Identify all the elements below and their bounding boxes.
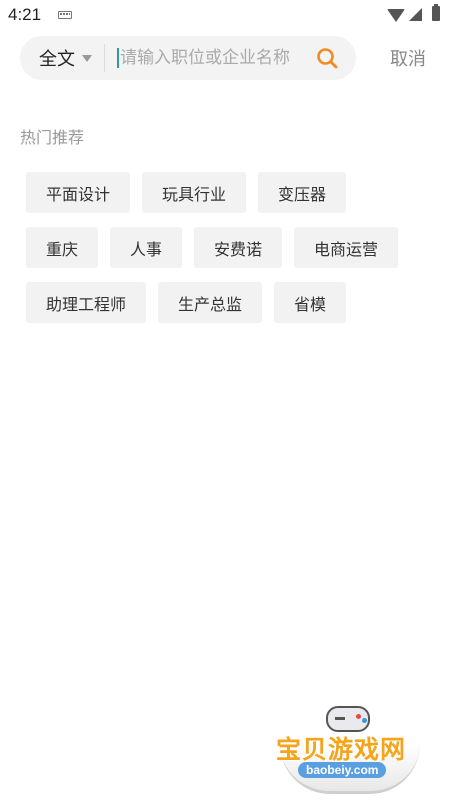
watermark-logo: 宝贝游戏网 baobeiy.com	[268, 700, 428, 794]
search-scope-select[interactable]: 全文	[39, 36, 92, 80]
chevron-down-icon	[82, 54, 92, 62]
hot-tag-list: 平面设计 玩具行业 变压器 重庆 人事 安费诺 电商运营 助理工程师 生产总监 …	[26, 172, 426, 323]
hot-tag[interactable]: 重庆	[26, 227, 99, 268]
watermark-title: 宝贝游戏网	[276, 735, 407, 764]
hot-tag[interactable]: 平面设计	[26, 172, 131, 213]
watermark-url: baobeiy.com	[298, 762, 387, 778]
signal-icon	[409, 8, 422, 21]
keyboard-icon	[58, 11, 72, 19]
status-time: 4:21	[8, 5, 42, 24]
search-icon[interactable]	[316, 47, 338, 69]
hot-tag[interactable]: 变压器	[258, 172, 347, 213]
hot-tag[interactable]: 玩具行业	[142, 172, 247, 213]
gamepad-icon	[326, 706, 370, 732]
text-cursor	[117, 48, 119, 68]
search-scope-label: 全文	[39, 49, 75, 70]
search-bar: 全文	[20, 36, 356, 80]
divider	[104, 44, 105, 72]
wifi-icon	[387, 9, 405, 22]
search-input[interactable]	[120, 36, 310, 80]
battery-icon	[432, 4, 440, 21]
hot-tag[interactable]: 人事	[110, 227, 183, 268]
hot-tag[interactable]: 助理工程师	[26, 282, 147, 323]
hot-tag[interactable]: 省模	[274, 282, 347, 323]
hot-recommendations-title: 热门推荐	[20, 128, 85, 147]
hot-tag[interactable]: 电商运营	[294, 227, 399, 268]
hot-tag[interactable]: 生产总监	[158, 282, 263, 323]
status-bar: 4:21	[0, 0, 450, 32]
hot-tag[interactable]: 安费诺	[194, 227, 283, 268]
cancel-button[interactable]: 取消	[390, 45, 426, 71]
